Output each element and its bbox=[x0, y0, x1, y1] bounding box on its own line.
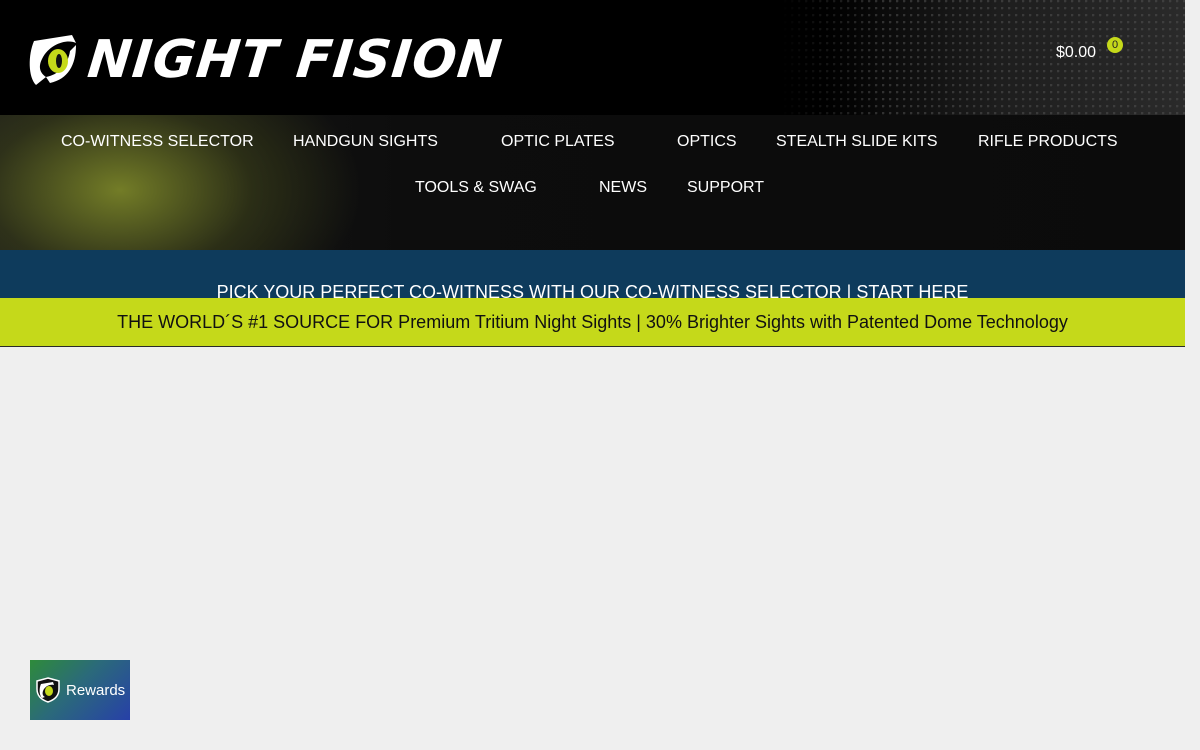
promo-text[interactable]: PICK YOUR PERFECT CO-WITNESS WITH OUR CO… bbox=[217, 282, 969, 298]
nav-optics[interactable]: OPTICS bbox=[677, 133, 737, 151]
nav-news[interactable]: NEWS bbox=[599, 179, 647, 197]
night-fision-eye-logo-icon bbox=[29, 35, 76, 85]
top-bar: NIGHT FISION $0.00 0 bbox=[0, 0, 1185, 115]
nav-handgun-sights[interactable]: HANDGUN SIGHTS bbox=[293, 133, 438, 151]
promo-banner[interactable]: PICK YOUR PERFECT CO-WITNESS WITH OUR CO… bbox=[0, 250, 1185, 298]
nav-optic-plates[interactable]: OPTIC PLATES bbox=[501, 133, 615, 151]
cart-count-badge: 0 bbox=[1107, 37, 1123, 53]
rewards-button[interactable]: Rewards bbox=[30, 660, 130, 720]
site-logo[interactable]: NIGHT FISION bbox=[28, 30, 506, 90]
rewards-label: Rewards bbox=[66, 681, 126, 699]
tagline-text: THE WORLD´S #1 SOURCE FOR Premium Tritiu… bbox=[117, 312, 1068, 332]
site-header: NIGHT FISION $0.00 0 CO-WITNESS SELECTOR… bbox=[0, 0, 1185, 250]
cart-total[interactable]: $0.00 bbox=[1056, 44, 1096, 62]
brand-name: NIGHT FISION bbox=[84, 30, 506, 90]
nav-tools-swag[interactable]: TOOLS & SWAG bbox=[415, 179, 537, 197]
tagline-banner: THE WORLD´S #1 SOURCE FOR Premium Tritiu… bbox=[0, 298, 1185, 347]
nav-support[interactable]: SUPPORT bbox=[687, 179, 764, 197]
nav-co-witness-selector[interactable]: CO-WITNESS SELECTOR bbox=[61, 133, 254, 151]
nav-rifle-products[interactable]: RIFLE PRODUCTS bbox=[978, 133, 1118, 151]
shield-eye-icon bbox=[36, 677, 60, 703]
nav-stealth-slide-kits[interactable]: STEALTH SLIDE KITS bbox=[776, 133, 938, 151]
